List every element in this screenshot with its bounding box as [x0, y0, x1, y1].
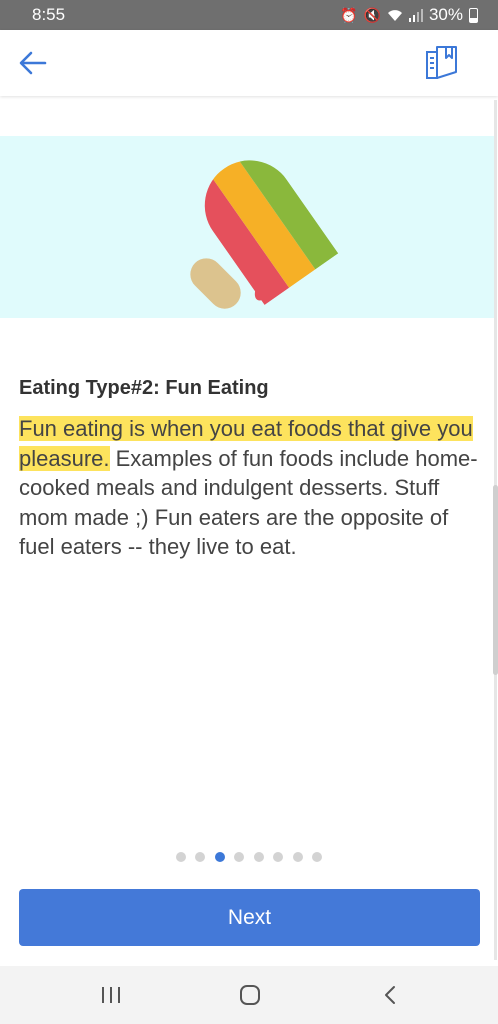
- page-dot-active: [214, 852, 225, 862]
- popsicle-illustration: [187, 142, 339, 309]
- recents-button[interactable]: [98, 980, 124, 1010]
- page-dot: [253, 852, 264, 862]
- body-text: Fun eating is when you eat foods that gi…: [19, 414, 489, 562]
- journal-button[interactable]: [424, 44, 458, 80]
- nav-back-button[interactable]: [378, 980, 402, 1010]
- battery-percent: 30%: [428, 5, 463, 24]
- arrow-left-icon: [19, 51, 47, 75]
- battery-icon: [469, 7, 478, 23]
- system-nav-bar: [0, 966, 498, 1024]
- next-button[interactable]: Next: [19, 889, 480, 946]
- chevron-left-icon: [385, 986, 395, 1004]
- status-icons: ⏰ 🔇 30%: [340, 5, 478, 25]
- page-indicator: [0, 852, 498, 862]
- status-time: 8:55: [32, 5, 66, 24]
- page-dot: [292, 852, 303, 862]
- page-dot: [195, 852, 206, 862]
- page-title: Eating Type#2: Fun Eating: [19, 377, 269, 399]
- hero-banner: [0, 136, 494, 318]
- page-dot: [312, 852, 323, 862]
- home-icon: [240, 985, 260, 1005]
- page-dot: [234, 852, 245, 862]
- page-dot: [175, 852, 186, 862]
- recents-icon: [102, 987, 120, 1003]
- page-dot: [273, 852, 284, 862]
- back-button[interactable]: [18, 50, 48, 76]
- app-bar: [0, 30, 498, 96]
- scrollbar-thumb[interactable]: [493, 485, 498, 675]
- mute-icon: 🔇: [363, 6, 381, 23]
- alarm-icon: ⏰: [340, 6, 358, 23]
- journal-icon: [426, 46, 457, 79]
- status-bar: 8:55 ⏰ 🔇 30%: [0, 0, 498, 30]
- signal-icon: [408, 8, 423, 22]
- wifi-icon: [387, 9, 402, 21]
- home-button[interactable]: [236, 980, 264, 1010]
